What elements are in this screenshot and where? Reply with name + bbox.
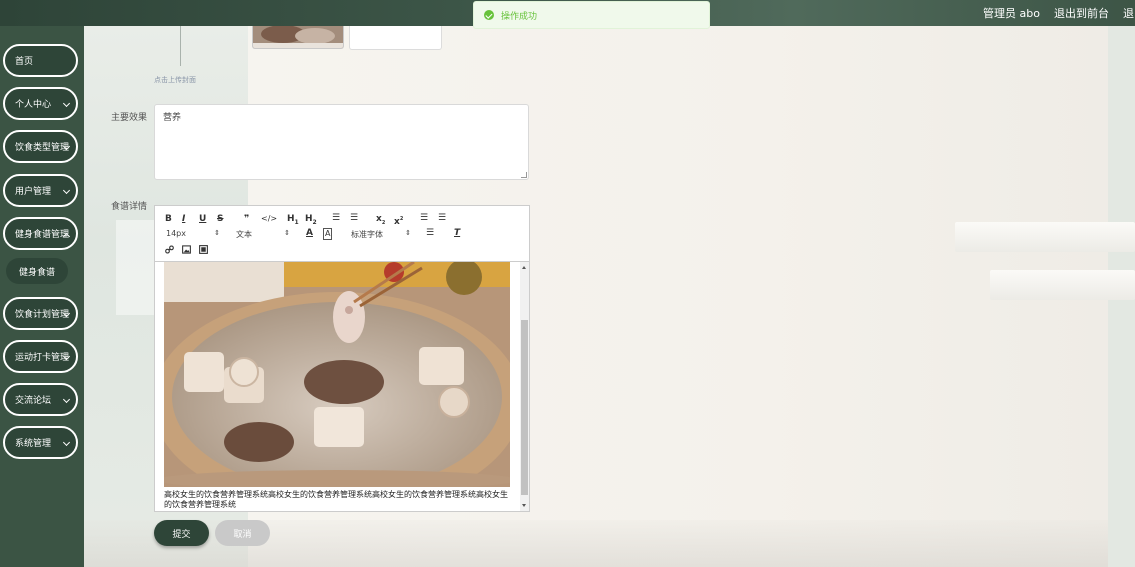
editor-content[interactable]: 高校女生的饮食营养管理系统高校女生的饮食营养管理系统高校女生的饮食营养管理系统高… [155,262,520,511]
video-icon[interactable] [199,245,208,254]
heading2-icon[interactable]: H2 [305,214,317,228]
sidebar-item-label: 系统管理 [15,439,52,449]
outdent-icon[interactable]: ☰ [420,213,428,223]
image-icon[interactable] [182,245,191,254]
code-block-icon[interactable]: </> [261,214,277,224]
sidebar-item-system[interactable]: 系统管理 [3,426,78,459]
toast-message: 操作成功 [501,11,538,22]
text-type-select[interactable]: 文本 ⇕ [236,229,290,240]
scroll-down-arrow-icon[interactable] [522,504,526,507]
success-toast: 操作成功 [473,1,710,29]
align-icon[interactable]: ☰ [426,228,434,238]
bullet-list-icon[interactable]: ☰ [350,213,358,223]
rich-text-editor: B I U S ❞ </> H1 H2 ☰ ☰ x2 x2 ☰ ☰ 14px ⇕… [154,205,530,512]
sidebar-item-profile[interactable]: 个人中心 [3,87,78,120]
heading1-icon[interactable]: H1 [287,214,299,228]
strikethrough-icon[interactable]: S [217,214,223,224]
sidebar-item-label: 交流论坛 [15,396,52,406]
italic-icon[interactable]: I [182,214,185,224]
logout-link[interactable]: 退出登录 [1123,5,1135,21]
detail-label: 食谱详情 [111,202,148,212]
admin-user-label: 管理员 abo [983,7,1040,20]
sidebar-item-label: 首页 [15,57,34,67]
cover-upload-hint[interactable]: 点击上传封面 [154,75,196,85]
background-hanging-wire [180,26,181,66]
sidebar-item-label: 健身食谱管理 [15,230,70,240]
chevron-down-icon [62,99,71,108]
sidebar-item-home[interactable]: 首页 [3,44,78,77]
effect-label: 主要效果 [111,113,148,123]
exit-to-front-link[interactable]: 退出到前台 [1054,5,1109,21]
underline-icon[interactable]: U [199,214,206,224]
sidebar-item-forum[interactable]: 交流论坛 [3,383,78,416]
sidebar-item-label: 个人中心 [15,100,52,110]
sidebar-item-recipes[interactable]: 健身食谱管理 [3,217,78,250]
chevron-down-icon [62,438,71,447]
sidebar-item-diet-type[interactable]: 饮食类型管理 [3,130,78,163]
success-check-icon [484,10,494,20]
editor-scrollbar[interactable] [520,262,529,511]
text-type-value: 文本 [236,230,252,239]
select-arrows-icon: ⇕ [284,229,290,237]
sidebar-item-label: 运动打卡管理 [15,353,70,363]
cover-image-thumbnail[interactable] [252,26,344,49]
header-actions: 管理员 abo 退出到前台 退出登录 [983,0,1135,26]
background-color-icon[interactable]: A [323,228,333,240]
bold-icon[interactable]: B [165,214,172,224]
effect-value: 营养 [163,113,182,123]
select-arrows-icon: ⇕ [214,229,220,237]
link-icon[interactable] [165,245,174,254]
ordered-list-icon[interactable]: ☰ [332,213,340,223]
lotus-root-soup-image [164,262,510,487]
sidebar-item-label: 饮食类型管理 [15,143,70,153]
font-family-select[interactable]: 标准字体 ⇕ [351,229,411,240]
chevron-down-icon [62,395,71,404]
submit-button[interactable]: 提交 [154,520,209,546]
sidebar-subitem-recipes[interactable]: 健身食谱 [6,258,68,284]
editor-toolbar: B I U S ❞ </> H1 H2 ☰ ☰ x2 x2 ☰ ☰ 14px ⇕… [155,206,529,262]
sidebar-item-diet-plan[interactable]: 饮食计划管理 [3,297,78,330]
sidebar-item-users[interactable]: 用户管理 [3,174,78,207]
cancel-button[interactable]: 取消 [215,520,270,546]
sidebar-subitem-label: 健身食谱 [18,267,55,278]
select-arrows-icon: ⇕ [405,229,411,237]
font-family-value: 标准字体 [351,230,383,239]
sidebar: 首页 个人中心 饮食类型管理 用户管理 健身食谱管理 健身食谱 饮食计划管理 运… [0,26,84,567]
background-shelf [990,270,1135,300]
chevron-down-icon [62,186,71,195]
blockquote-icon[interactable]: ❞ [244,214,249,224]
resize-handle-icon[interactable] [521,172,527,178]
recipe-photo [164,262,510,487]
background-shelf [955,222,1135,252]
food-thumbnail-image [253,26,343,48]
cover-upload-slot[interactable] [349,26,442,50]
recipe-description: 高校女生的饮食营养管理系统高校女生的饮食营养管理系统高校女生的饮食营养管理系统高… [164,490,508,509]
sidebar-item-checkin[interactable]: 运动打卡管理 [3,340,78,373]
effect-textarea[interactable]: 营养 [154,104,529,180]
font-size-value: 14px [166,229,186,238]
sidebar-item-label: 饮食计划管理 [15,310,70,320]
font-size-select[interactable]: 14px ⇕ [166,229,220,238]
superscript-icon[interactable]: x2 [394,214,403,227]
indent-icon[interactable]: ☰ [438,213,446,223]
font-color-icon[interactable]: A [306,228,313,238]
scroll-up-arrow-icon[interactable] [522,266,526,269]
scrollbar-thumb[interactable] [521,320,528,495]
sidebar-item-label: 用户管理 [15,187,52,197]
subscript-icon[interactable]: x2 [376,214,385,228]
clear-format-icon[interactable]: T [454,228,460,238]
